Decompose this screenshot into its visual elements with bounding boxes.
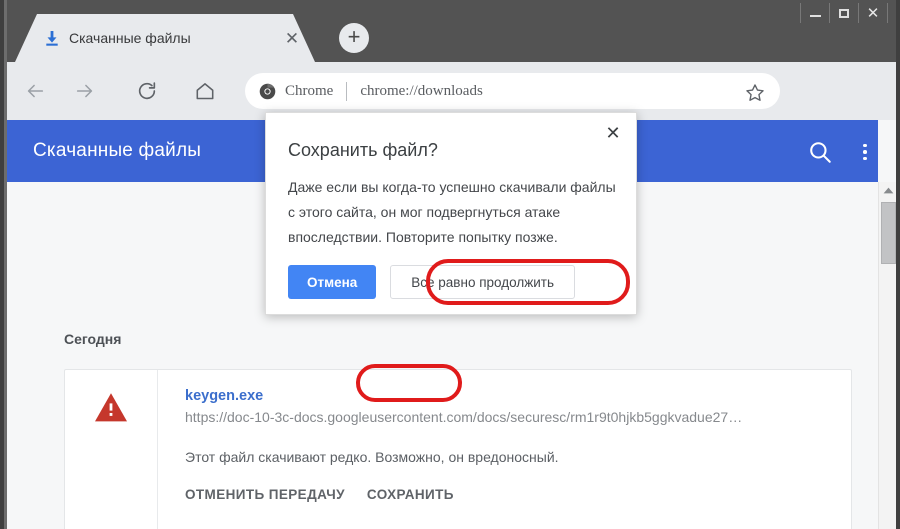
kebab-menu-icon-dot-2	[863, 150, 867, 154]
minimize-button[interactable]	[800, 3, 830, 23]
star-icon[interactable]	[744, 82, 766, 104]
reload-icon	[138, 82, 156, 100]
dialog-button-row: Отмена Все равно продолжить	[288, 265, 575, 299]
maximize-icon	[839, 8, 849, 18]
day-heading: Сегодня	[64, 331, 122, 347]
download-danger-note: Этот файл скачивают редко. Возможно, он …	[185, 449, 559, 465]
omnibox-brand-label: Chrome	[285, 82, 334, 99]
tab-strip: Скачанные файлы ✕ +	[7, 0, 896, 62]
dialog-close-button[interactable]: ✕	[601, 121, 625, 145]
chevron-up-icon	[883, 187, 893, 194]
dialog-cancel-button[interactable]: Отмена	[288, 265, 377, 299]
close-icon: ✕	[866, 4, 880, 22]
download-icon-cell	[65, 370, 158, 529]
home-icon	[196, 83, 214, 100]
warning-triangle-icon	[95, 393, 127, 422]
download-file-url: https://doc-10-3c-docs.googleusercontent…	[185, 409, 743, 425]
scrollbar-thumb[interactable]	[881, 202, 896, 264]
arrow-left-icon	[27, 84, 44, 98]
browser-window: ✕ Скачанные файлы ✕ + Chrome chrome://do…	[0, 0, 900, 529]
kebab-menu-icon-dot-1	[863, 143, 867, 148]
dialog-body-text: Даже если вы когда-то успешно скачивали …	[288, 179, 616, 245]
dialog-title: Сохранить файл?	[288, 140, 438, 160]
reload-button[interactable]	[125, 69, 169, 113]
download-item-dangerous[interactable]: keygen.exe https://doc-10-3c-docs.google…	[64, 369, 852, 529]
new-tab-button[interactable]: +	[339, 23, 369, 53]
downloads-menu-button[interactable]	[855, 138, 875, 166]
omnibox-separator	[346, 81, 348, 101]
forward-button[interactable]	[63, 69, 107, 113]
address-bar[interactable]: Chrome chrome://downloads	[245, 73, 780, 109]
download-item-body: keygen.exe https://doc-10-3c-docs.google…	[158, 370, 851, 529]
download-icon	[46, 31, 58, 46]
chrome-logo-icon	[259, 83, 276, 99]
download-file-name[interactable]: keygen.exe	[185, 388, 851, 404]
arrow-right-icon	[76, 84, 93, 98]
page-scrollbar[interactable]	[878, 182, 896, 529]
cancel-transfer-button[interactable]: ОТМЕНИТЬ ПЕРЕДАЧУ	[185, 487, 345, 502]
save-button[interactable]: СОХРАНИТЬ	[367, 487, 454, 502]
save-file-dialog: ✕ Сохранить файл? Даже если вы когда-то …	[265, 112, 637, 315]
back-button[interactable]	[13, 69, 57, 113]
search-icon[interactable]	[807, 139, 833, 165]
home-button[interactable]	[183, 69, 227, 113]
maximize-button[interactable]	[829, 3, 859, 23]
window-controls: ✕	[800, 3, 888, 23]
window-frame-right-edge	[896, 0, 900, 529]
page-title: Скачанные файлы	[33, 140, 202, 161]
kebab-menu-icon-dot-3	[863, 156, 867, 161]
download-actions: ОТМЕНИТЬ ПЕРЕДАЧУ СОХРАНИТЬ	[185, 487, 851, 502]
close-window-button[interactable]: ✕	[858, 3, 888, 23]
tab-title: Скачанные файлы	[69, 30, 191, 46]
omnibox-url-text: chrome://downloads	[360, 82, 483, 99]
tab-close-button[interactable]: ✕	[282, 28, 302, 48]
minimize-icon	[809, 15, 821, 17]
dialog-proceed-anyway-button[interactable]: Все равно продолжить	[390, 265, 575, 299]
scroll-up-button[interactable]	[879, 182, 896, 199]
